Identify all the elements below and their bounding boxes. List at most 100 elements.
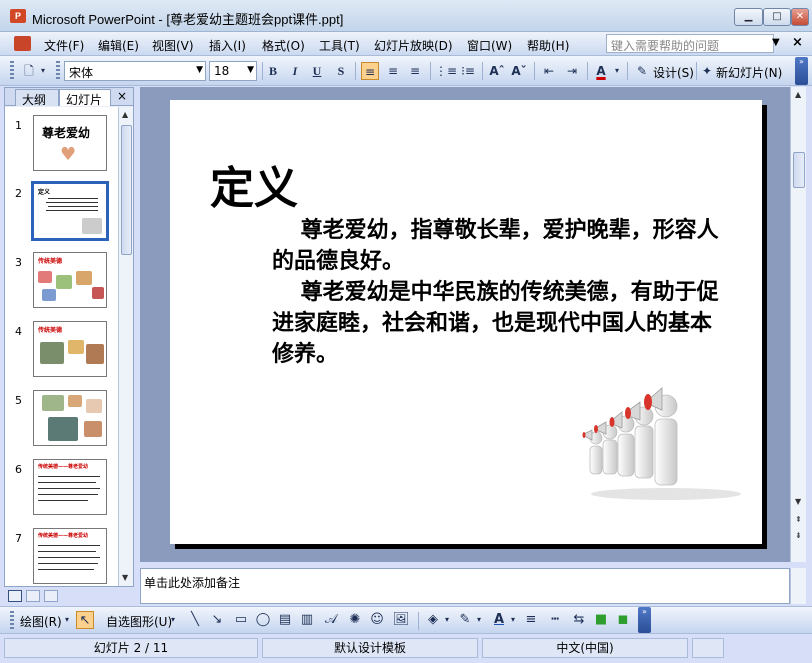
slide-title[interactable]: 定义 bbox=[210, 152, 298, 216]
thumbnails-scrollbar[interactable]: ▲ ▼ bbox=[118, 107, 133, 586]
maximize-button[interactable]: □ bbox=[763, 8, 791, 26]
close-pane-icon[interactable]: × bbox=[117, 89, 127, 103]
chevron-down-icon[interactable]: ▾ bbox=[38, 62, 48, 80]
menu-tools[interactable]: 工具(T) bbox=[319, 37, 360, 54]
toolbar-grip[interactable] bbox=[56, 61, 60, 81]
close-button[interactable]: ✕ bbox=[791, 8, 809, 26]
3d-style-icon[interactable]: ◼ bbox=[614, 611, 632, 629]
slide-thumbnail[interactable]: 传统美德——尊老爱幼 bbox=[33, 528, 107, 584]
decrease-font-size-icon[interactable]: Aˇ bbox=[510, 62, 528, 80]
bullets-icon[interactable]: ⁝≡ bbox=[459, 62, 477, 80]
font-name-select[interactable]: 宋体 ▼ bbox=[64, 61, 206, 81]
menu-view[interactable]: 视图(V) bbox=[152, 37, 194, 54]
notes-scrollbar[interactable] bbox=[790, 568, 806, 604]
oval-icon[interactable]: ◯ bbox=[254, 611, 272, 629]
shadow-style-icon[interactable]: ■ bbox=[592, 611, 610, 629]
chevron-down-icon[interactable]: ▾ bbox=[508, 611, 518, 629]
decrease-indent-icon[interactable]: ⇤ bbox=[540, 62, 558, 80]
fill-color-icon[interactable]: ◈ bbox=[424, 611, 442, 629]
clipart-icon[interactable]: ☺ bbox=[368, 611, 386, 629]
notes-pane[interactable]: 单击此处添加备注 bbox=[140, 568, 790, 604]
increase-font-size-icon[interactable]: Aˆ bbox=[488, 62, 506, 80]
current-slide[interactable]: 定义 尊老爱幼，指尊敬长辈，爱护晚辈，形容人的品德良好。 尊老爱幼是中华民族的传… bbox=[170, 100, 762, 544]
menu-slideshow[interactable]: 幻灯片放映(D) bbox=[374, 37, 453, 54]
slide-thumbnail-row[interactable]: 4 传统美德 bbox=[5, 319, 118, 379]
wordart-icon[interactable]: 𝒜 bbox=[322, 611, 340, 629]
align-center-icon[interactable]: ≡ bbox=[384, 62, 402, 80]
chevron-down-icon[interactable]: ▾ bbox=[442, 611, 452, 629]
chevron-down-icon[interactable]: ▾ bbox=[168, 611, 178, 629]
document-icon[interactable] bbox=[14, 36, 31, 51]
slide-thumbnail-row[interactable]: 2 定义 bbox=[5, 181, 118, 241]
close-document-icon[interactable]: × bbox=[792, 35, 803, 50]
slide-thumbnail[interactable]: 传统美德 bbox=[33, 321, 107, 377]
slideshow-view-icon[interactable] bbox=[44, 590, 58, 602]
slide-thumbnail-selected[interactable]: 定义 bbox=[31, 181, 109, 241]
align-right-icon[interactable]: ≡ bbox=[406, 62, 424, 80]
minimize-button[interactable]: ▁ bbox=[734, 8, 763, 26]
underline-button[interactable]: U bbox=[308, 62, 326, 80]
font-color-button[interactable]: A bbox=[592, 62, 610, 80]
chevron-down-icon[interactable]: ▾ bbox=[612, 62, 622, 80]
shadow-button[interactable]: S bbox=[332, 62, 350, 80]
slide-thumbnail-row[interactable]: 1 尊老爱幼 ♥ bbox=[5, 113, 118, 173]
toolbar-grip[interactable] bbox=[10, 611, 14, 631]
align-left-icon[interactable]: ≡ bbox=[361, 62, 379, 80]
design-icon[interactable]: ✎ bbox=[633, 62, 651, 80]
scroll-down-icon[interactable]: ▼ bbox=[795, 497, 801, 506]
chevron-down-icon[interactable]: ▾ bbox=[474, 611, 484, 629]
chevron-down-icon[interactable]: ▾ bbox=[62, 611, 72, 629]
numbering-icon[interactable]: ⋮≡ bbox=[435, 62, 457, 80]
toolbar-grip[interactable] bbox=[10, 61, 14, 81]
line-icon[interactable]: ╲ bbox=[186, 611, 204, 629]
slide-thumbnail[interactable]: 尊老爱幼 ♥ bbox=[33, 115, 107, 171]
draw-menu-button[interactable]: 绘图(R) bbox=[20, 613, 62, 630]
slide-thumbnail-row[interactable]: 5 bbox=[5, 388, 118, 448]
arrow-icon[interactable]: ↘ bbox=[208, 611, 226, 629]
picture-icon[interactable]: 🖼 bbox=[392, 611, 410, 629]
tab-outline[interactable]: 大纲 bbox=[15, 89, 59, 107]
slide-thumbnail-row[interactable]: 6 传统美德——尊老爱幼 bbox=[5, 457, 118, 517]
rectangle-icon[interactable]: ▭ bbox=[232, 611, 250, 629]
chevron-down-icon[interactable]: ▼ bbox=[772, 37, 780, 48]
line-color-icon[interactable]: ✎ bbox=[456, 611, 474, 629]
toolbar-options-button[interactable]: » bbox=[795, 57, 808, 85]
scrollbar-thumb[interactable] bbox=[793, 152, 805, 188]
menu-window[interactable]: 窗口(W) bbox=[467, 37, 512, 54]
autoshapes-button[interactable]: 自选图形(U) bbox=[106, 613, 172, 630]
slide-thumbnail-row[interactable]: 3 传统美德 bbox=[5, 250, 118, 310]
new-slide-icon[interactable]: ✦ bbox=[698, 62, 716, 80]
font-color-icon[interactable]: A bbox=[490, 611, 508, 629]
tab-slides[interactable]: 幻灯片 bbox=[59, 89, 111, 107]
bold-button[interactable]: B bbox=[264, 62, 282, 80]
font-size-select[interactable]: 18 ▼ bbox=[209, 61, 257, 81]
diagram-icon[interactable]: ✺ bbox=[346, 611, 364, 629]
scroll-up-icon[interactable]: ▲ bbox=[122, 110, 128, 119]
arrow-style-icon[interactable]: ⇆ bbox=[570, 611, 588, 629]
slide-body-text[interactable]: 尊老爱幼，指尊敬长辈，爱护晚辈，形容人的品德良好。 尊老爱幼是中华民族的传统美德… bbox=[272, 215, 732, 370]
menu-format[interactable]: 格式(O) bbox=[262, 37, 305, 54]
powerpoint-app-icon[interactable]: P bbox=[10, 9, 26, 23]
slide-thumbnail-row[interactable]: 7 传统美德——尊老爱幼 bbox=[5, 526, 118, 586]
italic-button[interactable]: I bbox=[286, 62, 304, 80]
new-slide-button[interactable]: 新幻灯片(N) bbox=[716, 64, 782, 81]
select-objects-icon[interactable]: ↖ bbox=[76, 611, 94, 629]
textbox-icon[interactable]: ▤ bbox=[276, 611, 294, 629]
scroll-down-icon[interactable]: ▼ bbox=[122, 573, 128, 582]
menu-edit[interactable]: 编辑(E) bbox=[98, 37, 139, 54]
slide-sorter-view-icon[interactable] bbox=[26, 590, 40, 602]
help-search-input[interactable]: 键入需要帮助的问题 bbox=[606, 34, 774, 53]
line-style-icon[interactable]: ≡ bbox=[522, 611, 540, 629]
increase-indent-icon[interactable]: ⇥ bbox=[563, 62, 581, 80]
slide-scrollbar[interactable]: ▲ ▼ ⇞ ⇟ bbox=[790, 87, 806, 562]
slide-thumbnail[interactable]: 传统美德 bbox=[33, 252, 107, 308]
megaphone-people-image[interactable] bbox=[566, 376, 746, 506]
previous-slide-icon[interactable]: ⇞ bbox=[795, 515, 802, 524]
menu-insert[interactable]: 插入(I) bbox=[209, 37, 246, 54]
next-slide-icon[interactable]: ⇟ bbox=[795, 531, 802, 540]
dash-style-icon[interactable]: ┅ bbox=[546, 611, 564, 629]
vertical-textbox-icon[interactable]: ▥ bbox=[298, 611, 316, 629]
toolbar-options-button[interactable]: » bbox=[638, 607, 651, 633]
menu-help[interactable]: 帮助(H) bbox=[527, 37, 569, 54]
normal-view-icon[interactable] bbox=[8, 590, 22, 602]
